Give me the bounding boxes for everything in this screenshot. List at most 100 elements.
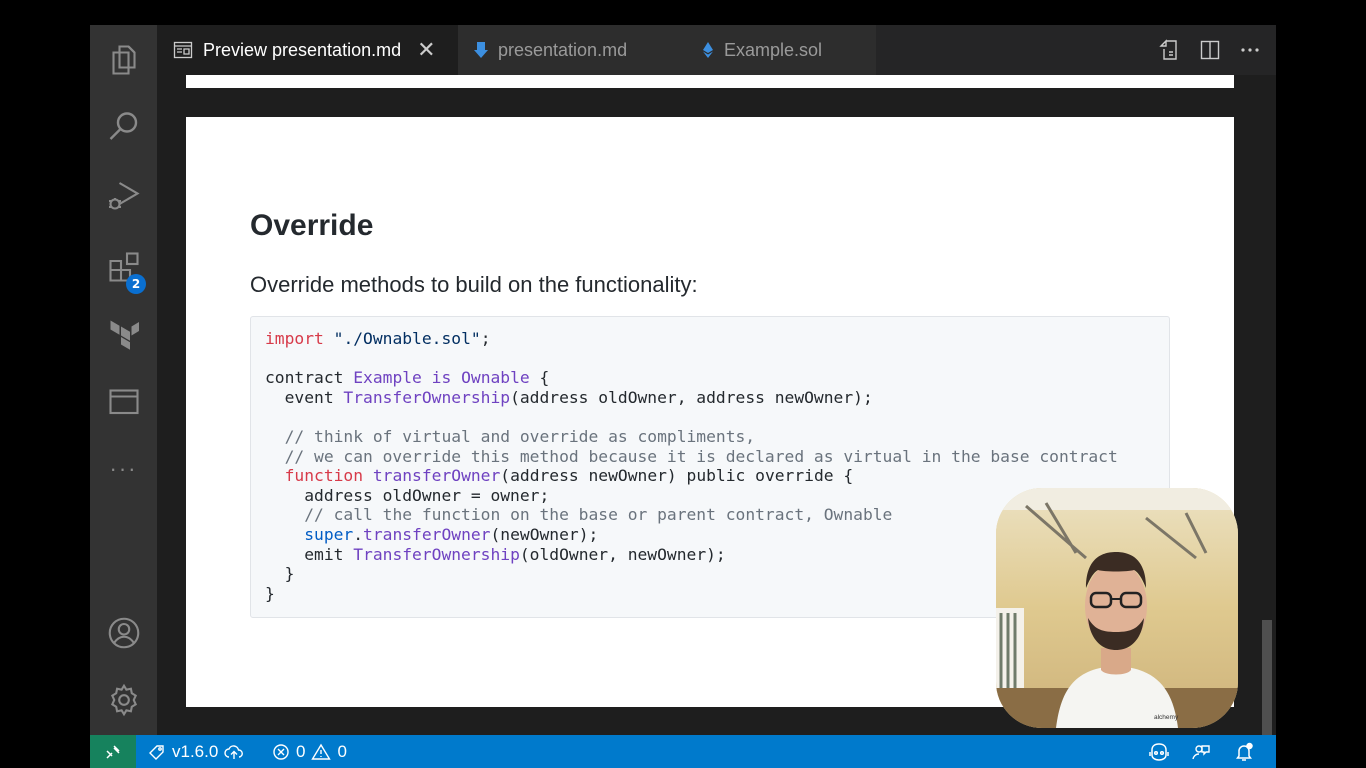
feedback-icon xyxy=(1192,744,1210,759)
code-line: import "./Ownable.sol"; xyxy=(265,329,1169,349)
code-token: "./Ownable.sol" xyxy=(333,329,481,348)
slide-text: Override methods to build on the functio… xyxy=(250,272,698,297)
webcam-overlay: alchemy xyxy=(996,488,1238,728)
code-token: (address oldOwner, address newOwner); xyxy=(510,387,873,407)
tab-label: presentation.md xyxy=(498,39,628,60)
cloud-upload-icon xyxy=(224,744,244,759)
activity-bar: 2 ··· xyxy=(90,25,157,735)
previous-slide-edge xyxy=(186,75,1234,88)
extensions-badge: 2 xyxy=(126,274,146,294)
code-token: // we can override this method because i… xyxy=(284,446,1118,466)
more-views-button[interactable]: ··· xyxy=(90,440,157,498)
status-bar: v1.6.0 0 0 xyxy=(90,735,1276,768)
code-token: TransferOwnership xyxy=(353,544,520,564)
tab-example-sol[interactable]: Example.sol xyxy=(686,25,876,75)
account-icon xyxy=(108,617,139,649)
code-token: (address newOwner) public override { xyxy=(500,466,854,486)
editor-actions xyxy=(1158,25,1262,75)
problems-item[interactable]: 0 0 xyxy=(272,735,347,768)
panel-button[interactable] xyxy=(90,372,157,430)
search-button[interactable] xyxy=(90,98,157,156)
code-token: transferOwner xyxy=(363,524,491,544)
manage-button[interactable] xyxy=(90,671,157,729)
shirt-logo: alchemy xyxy=(1154,714,1179,721)
presenter-video: alchemy xyxy=(996,488,1238,728)
code-line: // we can override this method because i… xyxy=(265,447,1169,467)
code-token: Ownable xyxy=(461,368,530,388)
code-token: Example xyxy=(353,368,422,388)
code-token: // think of virtual and override as comp… xyxy=(284,426,756,446)
code-token: (newOwner); xyxy=(490,524,599,544)
code-line: // think of virtual and override as comp… xyxy=(265,427,1169,447)
open-source-icon[interactable] xyxy=(1158,38,1182,62)
copilot-item[interactable] xyxy=(1148,735,1170,768)
search-icon xyxy=(109,112,137,140)
tab-label: Preview presentation.md xyxy=(203,39,402,60)
code-line: contract Example is Ownable { xyxy=(265,368,1169,388)
terraform-icon xyxy=(110,320,139,350)
version-label: v1.6.0 xyxy=(172,741,219,761)
code-token: ; xyxy=(480,329,491,348)
code-token: } xyxy=(265,564,295,584)
code-token: } xyxy=(265,583,275,603)
tag-icon xyxy=(149,744,164,760)
code-token: (oldOwner, newOwner); xyxy=(519,544,726,564)
notifications-icon xyxy=(1236,742,1253,761)
code-line: function transferOwner(address newOwner)… xyxy=(265,466,1169,486)
warning-count: 0 xyxy=(337,741,347,761)
code-line: event TransferOwnership(address oldOwner… xyxy=(265,388,1169,408)
slide-heading: Override xyxy=(250,209,374,242)
terraform-button[interactable] xyxy=(90,305,157,363)
code-token: contract xyxy=(265,368,354,388)
accounts-button[interactable] xyxy=(90,604,157,662)
code-token: import xyxy=(265,329,324,348)
more-icon: ··· xyxy=(109,456,138,481)
code-token: super xyxy=(304,524,354,544)
code-token: { xyxy=(529,368,550,388)
run-debug-button[interactable] xyxy=(90,166,157,224)
tab-preview-presentation[interactable]: Preview presentation.md ✕ xyxy=(157,25,458,75)
split-editor-icon[interactable] xyxy=(1198,38,1222,62)
explorer-button[interactable] xyxy=(90,31,157,89)
tab-bar: Preview presentation.md ✕ presentation.m… xyxy=(157,25,1276,75)
vertical-scrollbar[interactable] xyxy=(1262,620,1272,735)
more-actions-icon[interactable] xyxy=(1238,38,1262,62)
code-token: address oldOwner = owner; xyxy=(265,485,550,505)
feedback-item[interactable] xyxy=(1191,735,1211,768)
panel-icon xyxy=(108,389,139,415)
markdown-icon xyxy=(474,41,488,59)
code-token: TransferOwnership xyxy=(343,387,511,407)
tab-label: Example.sol xyxy=(724,39,823,60)
files-icon xyxy=(111,45,136,75)
tab-presentation-md[interactable]: presentation.md xyxy=(458,25,686,75)
version-item[interactable]: v1.6.0 xyxy=(148,735,244,768)
remote-indicator[interactable] xyxy=(90,735,136,768)
code-token: // call the function on the base or pare… xyxy=(304,505,893,525)
gear-icon xyxy=(110,683,137,717)
code-token: is xyxy=(431,368,452,388)
warning-icon xyxy=(311,743,332,760)
remote-icon xyxy=(106,744,120,759)
error-count: 0 xyxy=(296,741,306,761)
error-icon xyxy=(273,743,289,760)
code-token: emit xyxy=(265,544,354,564)
code-token: . xyxy=(353,524,364,544)
close-icon[interactable]: ✕ xyxy=(417,37,435,63)
copilot-icon xyxy=(1149,742,1169,761)
run-debug-icon xyxy=(108,182,140,210)
preview-icon xyxy=(173,41,193,59)
solidity-icon xyxy=(702,41,714,59)
extensions-button[interactable]: 2 xyxy=(90,238,157,296)
notifications-item[interactable] xyxy=(1234,735,1254,768)
